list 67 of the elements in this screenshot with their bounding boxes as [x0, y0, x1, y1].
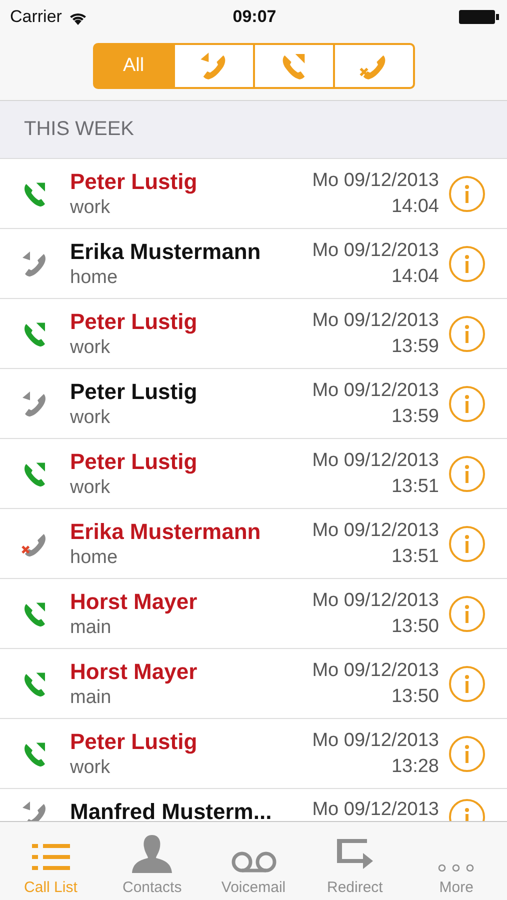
phone-line-label: work — [70, 476, 112, 498]
call-row[interactable]: Horst Mayer main Mo 09/12/2013 13:50 — [0, 649, 507, 719]
phone-line-label: work — [70, 406, 112, 428]
caller-name: Manfred Musterm... — [70, 799, 273, 821]
incoming-filter-tab[interactable] — [252, 43, 334, 89]
call-row[interactable]: Horst Mayer main Mo 09/12/2013 13:50 — [0, 579, 507, 649]
call-row[interactable]: Erika Mustermann home Mo 09/12/2013 14:04 — [0, 229, 507, 299]
person-icon — [131, 835, 174, 873]
voicemail-icon — [230, 851, 277, 873]
call-row[interactable]: Peter Lustig work Mo 09/12/2013 14:04 — [0, 159, 507, 229]
call-time: 13:51 — [391, 546, 439, 568]
call-time: 14:04 — [391, 266, 439, 288]
caller-name: Erika Mustermann — [70, 518, 262, 544]
call-time: 13:50 — [391, 686, 439, 708]
phone-line-label: work — [70, 336, 112, 358]
call-date: Mo 09/12/2013 — [312, 310, 439, 332]
call-row[interactable]: Erika Mustermann home Mo 09/12/2013 13:51 — [0, 509, 507, 579]
caller-name: Peter Lustig — [70, 378, 198, 404]
call-row[interactable]: Peter Lustig work Mo 09/12/2013 13:51 — [0, 439, 507, 509]
missed-filter-tab[interactable] — [332, 43, 414, 89]
more-icon — [436, 863, 476, 873]
carrier-name: Carrier — [10, 7, 62, 27]
call-date: Mo 09/12/2013 — [312, 660, 439, 682]
call-date: Mo 09/12/2013 — [312, 799, 439, 821]
caller-name: Peter Lustig — [70, 168, 198, 194]
call-time: 14:04 — [391, 196, 439, 218]
info-button[interactable] — [449, 246, 485, 282]
call-date: Mo 09/12/2013 — [312, 170, 439, 192]
phone-line-label: main — [70, 616, 112, 638]
caller-name: Erika Mustermann — [70, 238, 262, 264]
call-date: Mo 09/12/2013 — [312, 730, 439, 752]
call-time: 13:59 — [391, 336, 439, 358]
caller-name: Horst Mayer — [70, 658, 198, 684]
list-icon — [32, 841, 70, 873]
info-button[interactable] — [449, 176, 485, 212]
call-date: Mo 09/12/2013 — [312, 240, 439, 262]
call-time: 13:51 — [391, 476, 439, 498]
caller-name: Horst Mayer — [70, 588, 198, 614]
info-button[interactable] — [449, 736, 485, 772]
info-button[interactable] — [449, 386, 485, 422]
info-button[interactable] — [449, 596, 485, 632]
info-button[interactable] — [449, 456, 485, 492]
outgoing-filter-tab[interactable] — [172, 43, 254, 89]
call-row[interactable]: Peter Lustig work Mo 09/12/2013 13:59 — [0, 369, 507, 439]
call-time: 13:28 — [391, 756, 439, 778]
call-time: 13:50 — [391, 616, 439, 638]
call-date: Mo 09/12/2013 — [312, 520, 439, 542]
phone-line-label: home — [70, 546, 119, 568]
caller-name: Peter Lustig — [70, 448, 198, 474]
phone-line-label: work — [70, 196, 112, 218]
call-date: Mo 09/12/2013 — [312, 450, 439, 472]
info-button[interactable] — [449, 666, 485, 702]
phone-line-label: work — [70, 756, 112, 778]
caller-name: Peter Lustig — [70, 728, 198, 754]
call-date: Mo 09/12/2013 — [312, 590, 439, 612]
caller-name: Peter Lustig — [70, 308, 198, 334]
call-row[interactable]: Peter Lustig work Mo 09/12/2013 13:59 — [0, 299, 507, 369]
call-date: Mo 09/12/2013 — [312, 380, 439, 402]
section-header: THIS WEEK — [24, 118, 134, 141]
call-row[interactable]: Peter Lustig work Mo 09/12/2013 13:28 — [0, 719, 507, 789]
battery-icon — [459, 9, 500, 25]
phone-line-label: main — [70, 686, 112, 708]
info-button[interactable] — [449, 526, 485, 562]
call-time: 13:59 — [391, 406, 439, 428]
status-time: 09:07 — [232, 7, 276, 27]
phone-line-label: home — [70, 266, 119, 288]
info-button[interactable] — [449, 316, 485, 352]
